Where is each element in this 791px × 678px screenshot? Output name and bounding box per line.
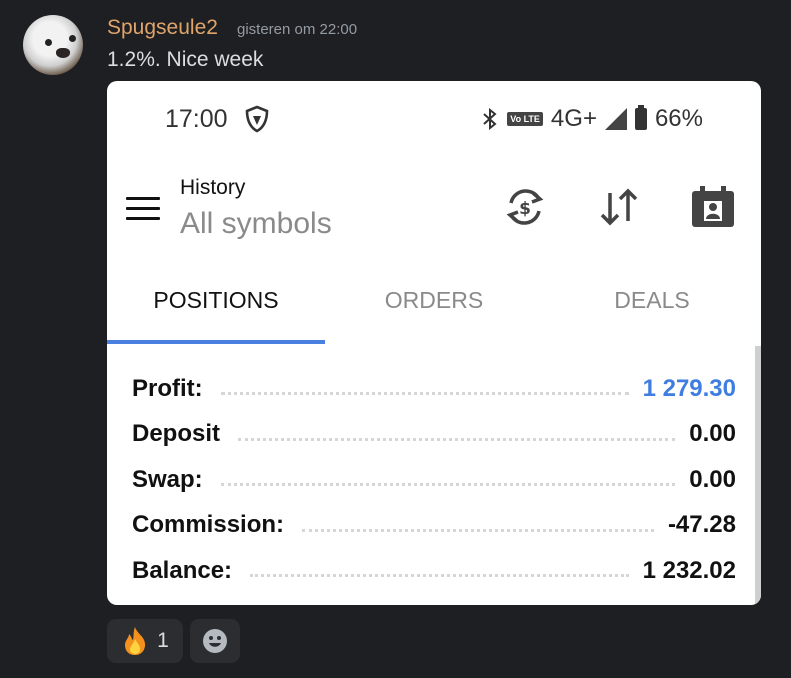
summary-value: 1 232.02 (642, 556, 736, 584)
summary-value: 0.00 (689, 465, 736, 493)
network-type: 4G+ (550, 105, 597, 132)
summary-label: Swap: (132, 465, 203, 493)
avatar-eye (69, 35, 76, 42)
volte-icon: Vo LTE (507, 112, 543, 126)
status-time: 17:00 (165, 105, 228, 133)
reaction-count: 1 (157, 629, 169, 652)
dotted-leader (302, 528, 654, 532)
summary-label: Profit: (132, 374, 203, 402)
calendar-icon[interactable] (691, 185, 735, 229)
signal-icon (604, 108, 627, 130)
tab-deals[interactable]: DEALS (543, 287, 761, 314)
fire-icon (125, 627, 146, 655)
attachment-image[interactable]: 17:00 Vo LTE 4G+ 66% History All symbols… (107, 81, 761, 605)
battery-percent: 66% (654, 105, 703, 132)
avatar[interactable] (23, 15, 83, 75)
summary-label: Commission: (132, 511, 285, 539)
svg-text:$: $ (519, 199, 531, 219)
status-icons: Vo LTE 4G+ 66% (481, 105, 703, 133)
shield-icon (245, 105, 269, 133)
message-timestamp: gisteren om 22:00 (237, 21, 358, 38)
avatar-nose (56, 48, 70, 58)
dotted-leader (220, 392, 629, 396)
message-text: 1.2%. Nice week (107, 48, 264, 71)
tab-positions[interactable]: POSITIONS (107, 287, 325, 314)
dotted-leader (238, 437, 676, 441)
summary-row-balance: Balance: 1 232.02 (132, 548, 736, 594)
summary-row-profit: Profit: 1 279.30 (132, 366, 736, 412)
reaction-fire[interactable]: 1 (107, 619, 183, 663)
summary-value: 0.00 (689, 420, 736, 448)
battery-icon (634, 105, 647, 130)
summary-row-commission: Commission: -47.28 (132, 503, 736, 549)
summary-label: Balance: (132, 556, 233, 584)
bluetooth-icon (483, 108, 497, 130)
summary-list: Profit: 1 279.30 Deposit 0.00 Swap: 0.00… (132, 366, 736, 594)
sort-icon[interactable] (597, 185, 641, 229)
message-author[interactable]: Spugseule2 (107, 16, 218, 40)
menu-icon[interactable] (126, 197, 160, 221)
tab-bar: POSITIONS ORDERS DEALS (107, 269, 761, 345)
add-reaction-button[interactable] (190, 619, 240, 663)
tab-orders[interactable]: ORDERS (325, 287, 543, 314)
symbol-filter[interactable]: All symbols (180, 207, 332, 241)
active-tab-indicator (107, 340, 325, 344)
summary-label: Deposit (132, 420, 221, 448)
dotted-leader (220, 483, 676, 487)
summary-row-deposit: Deposit 0.00 (132, 412, 736, 458)
page-title: History (180, 176, 246, 199)
summary-row-swap: Swap: 0.00 (132, 457, 736, 503)
scrollbar[interactable] (755, 346, 761, 605)
currency-exchange-icon[interactable]: $ (503, 185, 547, 229)
summary-value: 1 279.30 (642, 374, 736, 402)
summary-value: -47.28 (667, 511, 736, 539)
add-reaction-icon (203, 629, 227, 653)
avatar-eye (45, 39, 52, 46)
dotted-leader (250, 574, 629, 578)
